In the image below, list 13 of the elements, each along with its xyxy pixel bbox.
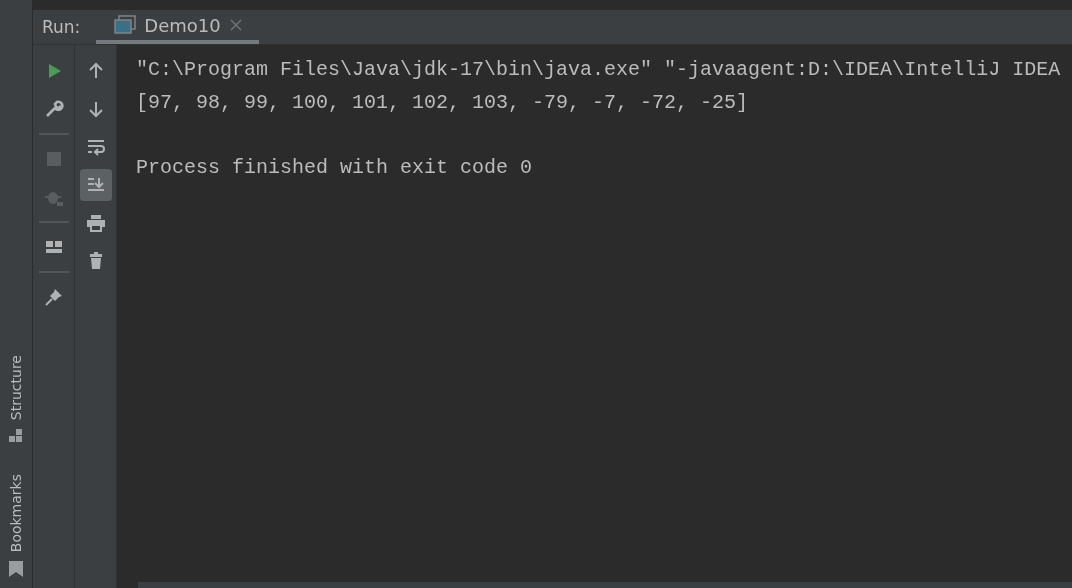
toolbar-button[interactable] [79, 169, 112, 201]
exit-message: Process finished with exit code 0 [136, 155, 534, 181]
soft-wrap-icon [85, 137, 106, 157]
printer-icon [85, 213, 106, 233]
panel-title: Run: [42, 17, 81, 37]
console-icon [114, 15, 137, 35]
side-tab[interactable]: Bookmarks [8, 473, 24, 552]
console-line: [97, 98, 99, 100, 101, 102, 103, -79, -7, -72, -25] [136, 90, 750, 116]
structure-icon [8, 427, 24, 444]
pin-icon [43, 287, 64, 307]
side-tab[interactable]: Structure [8, 354, 24, 420]
bookmark-icon [8, 560, 24, 578]
console-line: "C:\Program Files\Java\jdk-17\bin\java.exe" "-javaagent:D:\IDEA\IntelliJ IDEA [136, 57, 1062, 83]
